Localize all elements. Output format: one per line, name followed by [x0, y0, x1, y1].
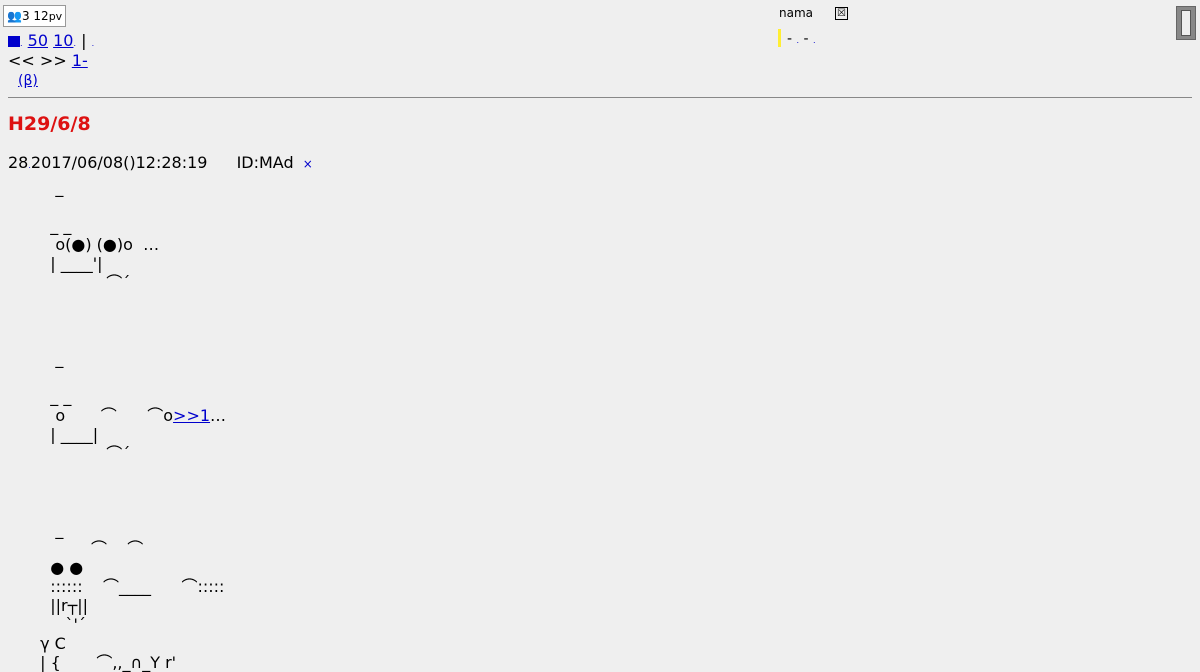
link-latest-50[interactable]: 50: [28, 31, 48, 50]
nav-separator: |: [81, 31, 87, 50]
post-number: 28: [8, 153, 29, 172]
ascii-art-part-1: _ _ _ o(●) (●)o … | ____'| ⌒´ _ _ _ o ⌒ …: [50, 178, 174, 425]
highlight-marker: [778, 29, 781, 47]
pageview-count: 12: [33, 9, 49, 23]
post-id: ID:MAd: [236, 153, 294, 172]
reply-link[interactable]: >>1: [173, 406, 210, 425]
page-navigation: << >> 1-: [8, 51, 88, 71]
close-icon[interactable]: ☒: [835, 7, 848, 20]
x-icon[interactable]: ×: [303, 157, 313, 171]
post-date: 2017/06/08()12:28:19: [30, 153, 208, 172]
ascii-art-part-2: … | ____| ⌒´ _ ⌒ ⌒ ● ● :::::: ⌒____ ⌒:::…: [40, 406, 227, 672]
highlight-strip: - . - .: [778, 29, 816, 47]
divider: [8, 97, 1192, 98]
link-from-1[interactable]: 1-: [72, 51, 88, 70]
prev-button[interactable]: <<: [8, 51, 35, 70]
people-icon: 👥: [7, 9, 22, 23]
access-counter: 👥3 12pv: [3, 5, 67, 27]
beta-link[interactable]: (β): [18, 73, 38, 89]
scrollbar-thumb[interactable]: [1176, 6, 1196, 40]
next-button[interactable]: >>: [40, 51, 67, 70]
thread-title: H29/6/8: [8, 113, 91, 135]
square-icon[interactable]: [8, 31, 20, 50]
ascii-art-body: _ _ _ o(●) (●)o … | ____'| ⌒´ _ _ _ o ⌒ …: [35, 178, 226, 672]
name-label: nama: [779, 6, 814, 20]
people-count: 3: [21, 9, 30, 23]
link-latest-10[interactable]: 10: [53, 31, 73, 50]
pageview-unit: pv: [48, 10, 63, 23]
post-header: 28.2017/06/08()12:28:19 ID:MAd ×: [8, 153, 313, 172]
